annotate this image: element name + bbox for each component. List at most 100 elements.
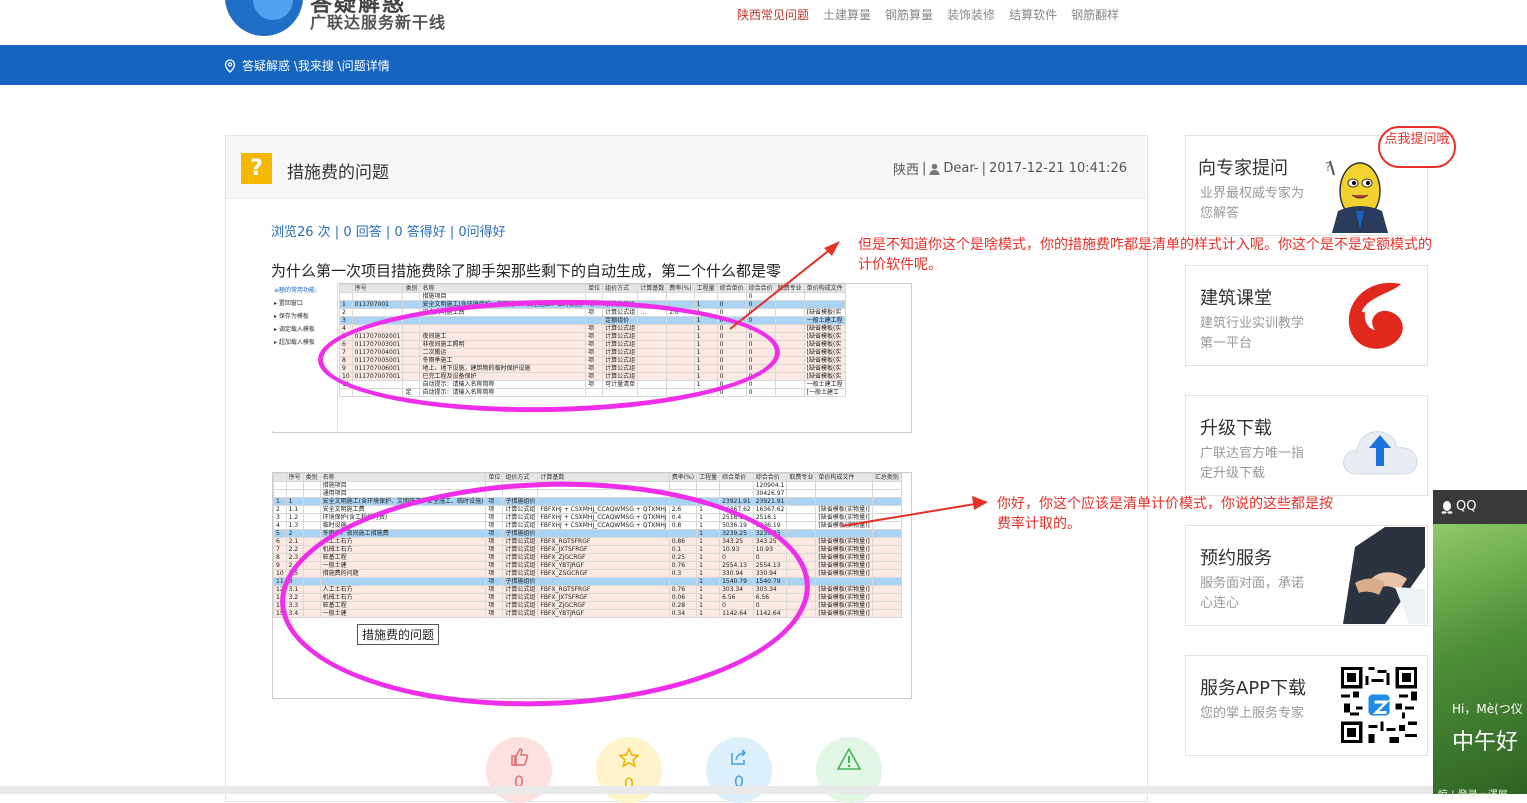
qq-hi-text: Hi，Mè(つ仪 [1452,702,1523,716]
meta-separator: | [981,161,986,176]
arrow-head [972,496,988,510]
nav-item-zhuangshi[interactable]: 装饰装修 [947,6,995,26]
sheet1-side-item: ≡额的常用功能: [274,287,318,294]
table-cell [351,292,404,301]
logo-mascot-icon[interactable] [225,0,303,36]
ask-me-bubble[interactable]: 点我提问哦 [1378,126,1456,168]
question-stats: 浏览26 次 | 0 回答 | 0 答得好 | 0问得好 [271,225,506,240]
table-cell [302,497,321,506]
table-cell [871,569,902,578]
table-header-cell[interactable] [273,473,287,482]
table-cell [815,577,873,586]
table-cell [871,577,902,586]
qq-label: QQ [1456,499,1477,514]
arrow-line [729,247,833,330]
table-cell [637,292,668,301]
table-cell: [缺省模板(实物量)] [815,569,873,578]
table-header-cell[interactable]: 计算基数 [537,473,670,482]
arrow-head [824,241,840,256]
table-cell: 1 [285,497,304,506]
table-header-cell[interactable]: 名称 [419,284,587,293]
table-cell: 2.1 [285,537,304,546]
table-header-cell[interactable]: 类别 [302,473,321,482]
question-meta: 陕西 | Dear- | 2017-12-21 10:41:26 [893,159,1127,178]
nav-item-fanyang[interactable]: 钢筋翻样 [1071,6,1119,26]
table-cell: [缺省模板(实物量)] [815,545,873,554]
table-header-cell[interactable]: 单位 [585,284,604,293]
table-header-cell[interactable]: 单位 [485,473,504,482]
qq-penguin-icon [1441,500,1453,514]
table-cell: [缺省模板(实物量)] [815,585,873,594]
table-cell [351,308,404,317]
table-header-cell[interactable]: 序号 [285,473,304,482]
table-header-cell[interactable]: 工程量 [693,284,718,293]
table-cell [871,609,902,618]
table-header-cell[interactable]: 组价方式 [602,284,639,293]
question-datetime: 2017-12-21 10:41:26 [988,161,1128,176]
table-header-cell[interactable]: 费率(%) [668,473,698,482]
table-header-cell[interactable]: 工程量 [696,473,721,482]
breadcrumb-text[interactable]: 答疑解惑 \我来搜 \问题详情 [242,57,390,74]
table-cell [871,585,902,594]
table-cell [871,537,902,546]
question-author[interactable]: Dear- [943,161,978,176]
table-cell: 7 [273,545,287,554]
horizontal-scrollbar[interactable] [0,786,1527,794]
table-cell: 5 [273,529,287,538]
table-cell: 2 [339,308,353,317]
table-cell [602,292,639,301]
table-cell [871,553,902,562]
table-cell: 4 [273,521,287,530]
table-cell: [缺省模板(实物量)] [815,593,873,602]
meta-separator: | [922,161,927,176]
question-region: 陕西 [893,163,920,178]
qq-greeting: 中午好 [1452,730,1519,755]
table-cell [668,481,698,490]
table-cell [871,601,902,610]
nav-item-shaanxi-faq[interactable]: 陕西常见问题 [737,6,809,26]
table-header-cell[interactable]: 计算基数 [637,284,668,293]
table-cell: 6 [273,537,287,546]
question-mark-icon: ? [241,153,272,184]
table-cell: [缺省模板(实物量)] [815,561,873,570]
location-pin-icon [224,58,236,73]
sheet1-side-item: ▸ 置回窗口 [274,300,303,307]
table-header-cell[interactable]: 类别 [402,284,421,293]
table-cell [693,292,718,301]
nav-item-gangjin[interactable]: 钢筋算量 [885,6,933,26]
table-cell: [缺省模板(实物量)] [815,609,873,618]
table-cell: [缺省模板(实物量)] [815,537,873,546]
nav-item-jiesuan[interactable]: 结算软件 [1009,6,1057,26]
table-header-cell[interactable]: 费率(%) [666,284,695,293]
table-cell: 1.1 [285,505,304,514]
table-cell [285,481,304,490]
table-cell [302,481,321,490]
star-icon [596,737,662,772]
table-cell: 011707001 [351,300,404,309]
table-header-cell[interactable]: 序号 [351,284,404,293]
table-header-cell[interactable]: 组价方式 [502,473,539,482]
table-cell [285,489,304,498]
table-header-cell[interactable] [339,284,353,293]
qr-code-icon[interactable] [1341,667,1417,743]
logo-subtitle: 广联达服务新干线 [310,13,447,32]
svg-text:?: ? [1325,160,1331,174]
qq-widget-header[interactable]: QQ [1433,490,1527,524]
swirl-logo-icon [1348,282,1403,349]
arrow-line [841,503,976,527]
sidebar-desc: 建筑行业实训教学第一平台 [1200,316,1305,351]
table-cell [696,481,721,490]
sidebar-desc: 业界最权威专家为您解答 [1200,186,1305,221]
sidebar-title: 预约服务 [1200,548,1272,569]
nav-item-tujian[interactable]: 土建算量 [823,6,871,26]
table-cell [302,529,321,538]
table-cell [302,513,321,522]
sheet1-side-item: ▸ 保存为模板 [274,313,309,320]
warning-icon [816,737,882,774]
table-cell: 9 [273,561,287,570]
table-cell: 1.3 [285,521,304,530]
table-header-cell[interactable]: 名称 [319,473,487,482]
table-cell [871,593,902,602]
cloud-download-icon [1343,431,1418,475]
table-cell: 措施项目 [319,481,487,490]
